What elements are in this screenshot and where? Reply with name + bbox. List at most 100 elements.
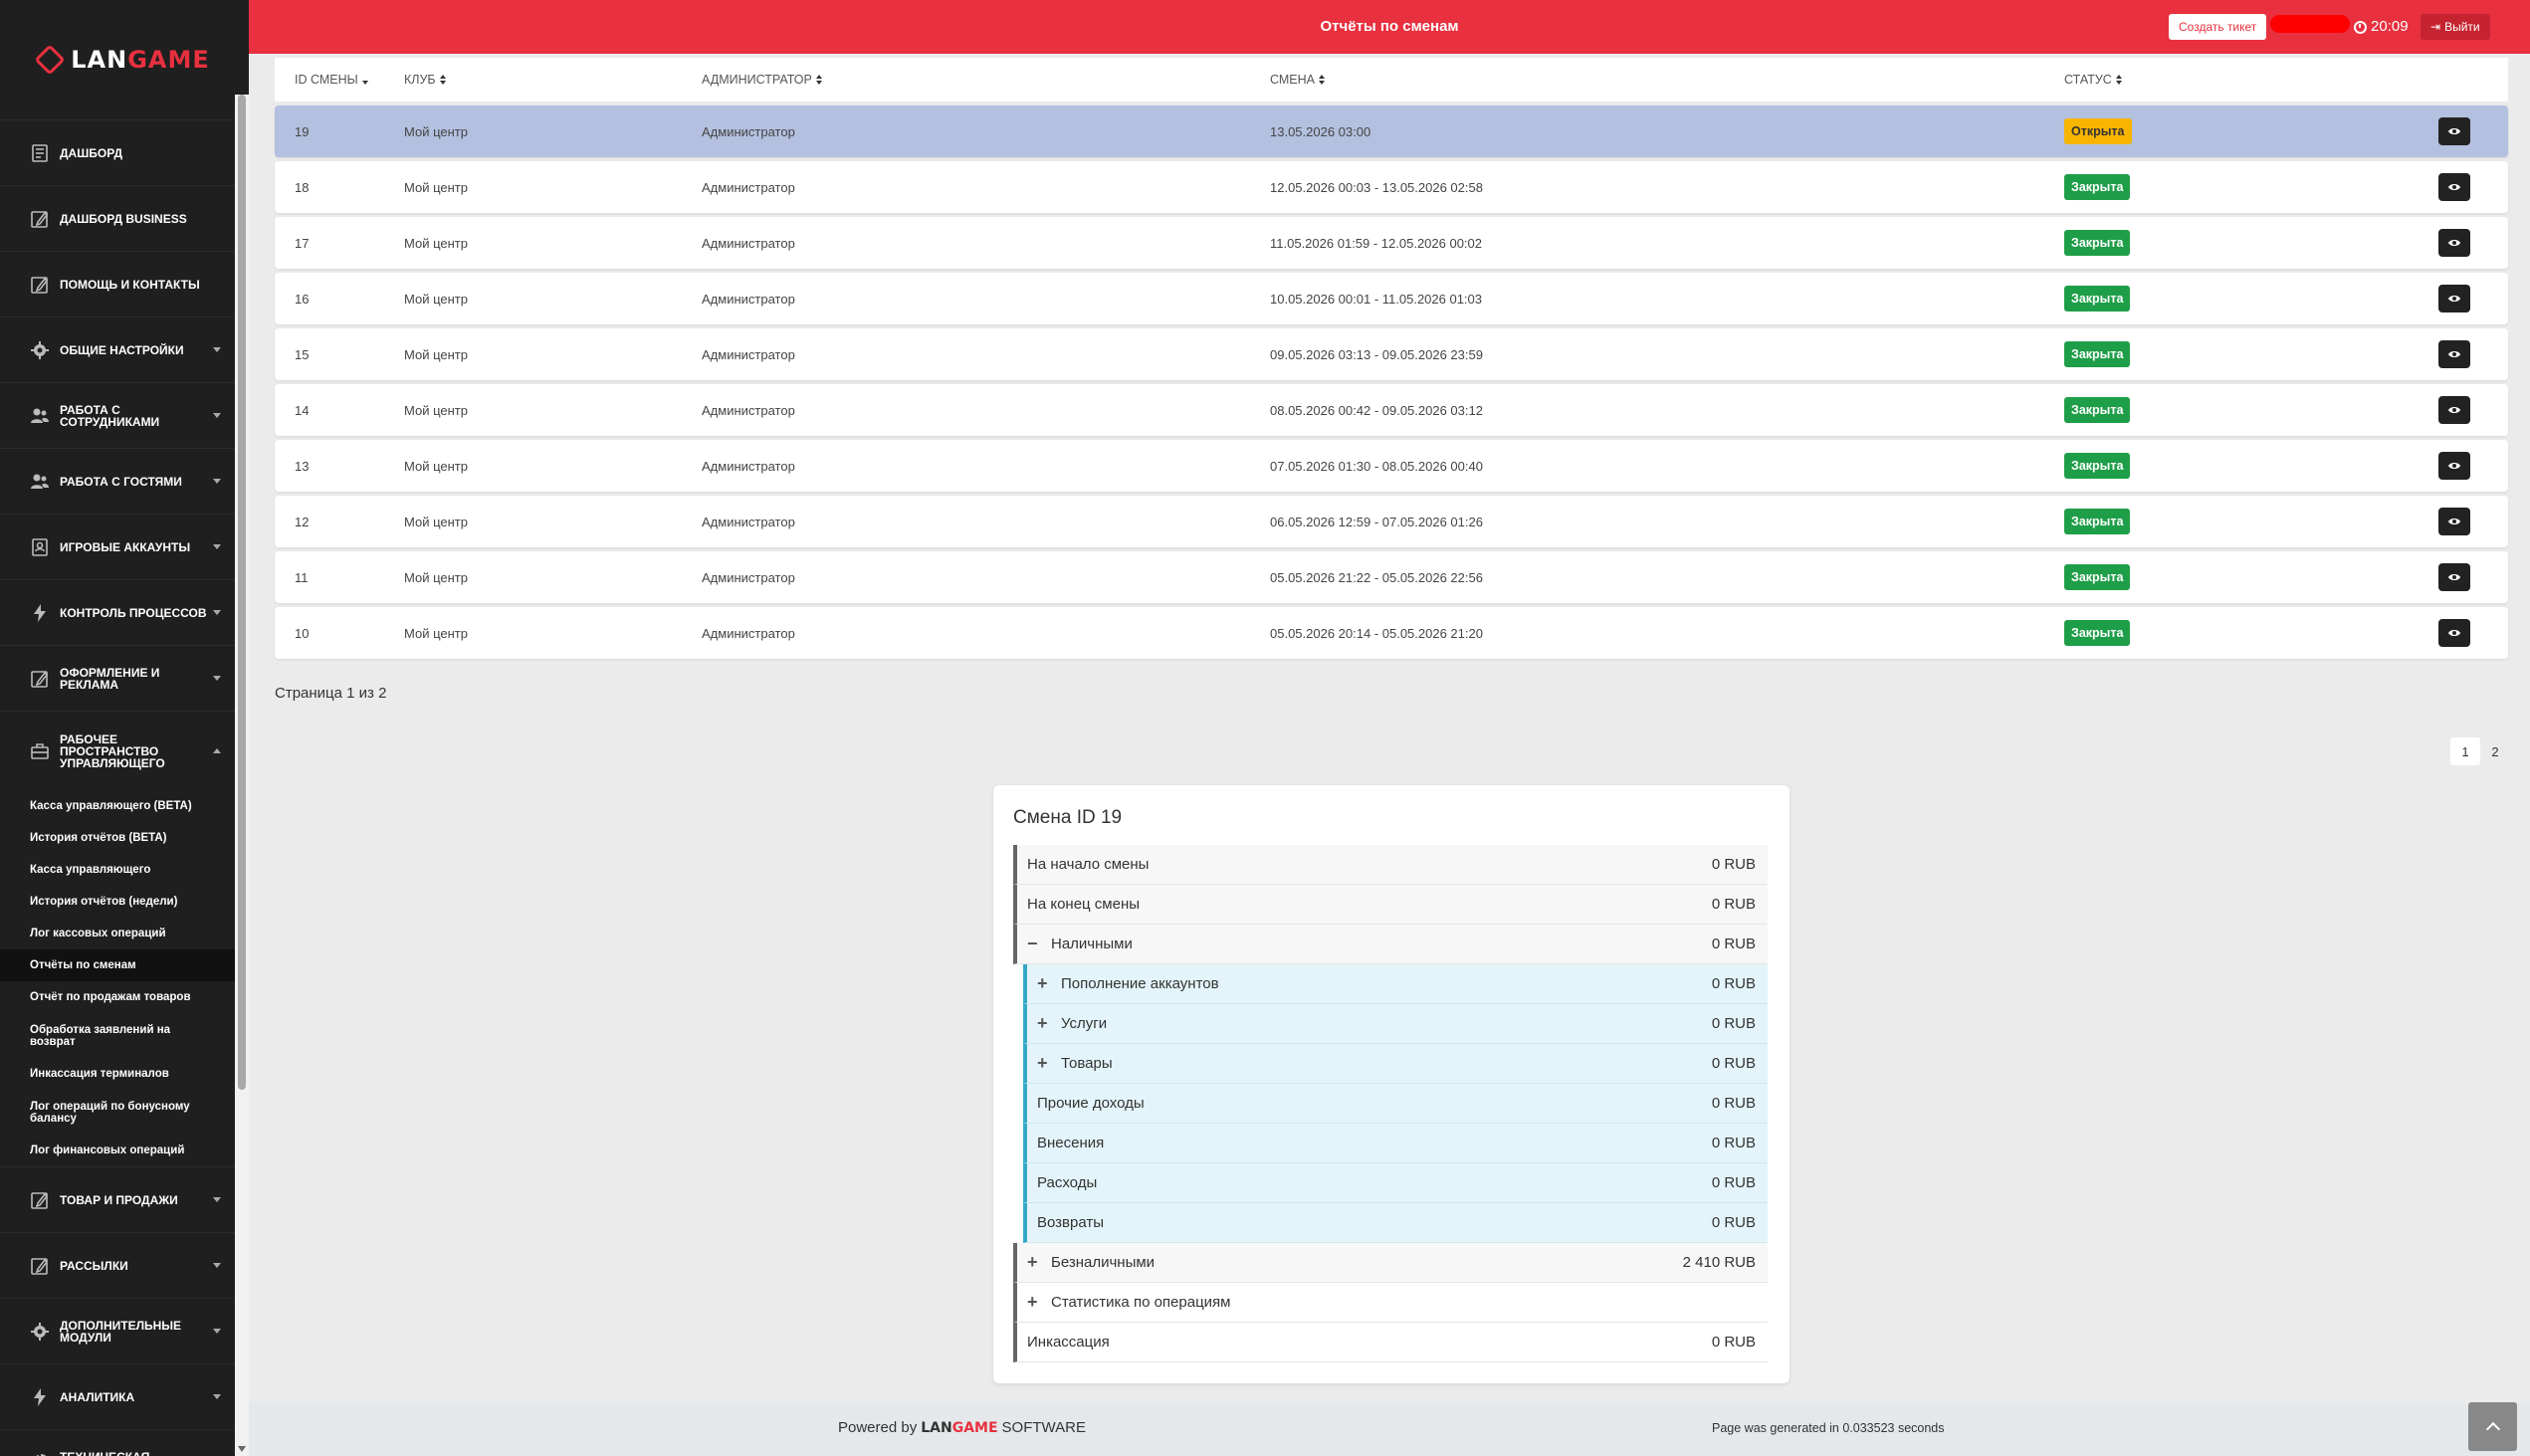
view-button[interactable] xyxy=(2438,340,2470,368)
shift-line[interactable]: + Безналичными 2 410 RUB xyxy=(1013,1243,1768,1283)
collapse-icon[interactable]: − xyxy=(1027,934,1051,954)
status-badge: Закрыта xyxy=(2064,509,2131,534)
sidebar-subitem[interactable]: Отчёт по продажам товаров xyxy=(0,981,235,1013)
shift-line[interactable]: + Статистика по операциям xyxy=(1013,1283,1768,1323)
view-button[interactable] xyxy=(2438,285,2470,312)
sidebar-subitem[interactable]: Инкассация терминалов xyxy=(0,1058,235,1090)
cell-id: 14 xyxy=(295,402,310,418)
sidebar-item[interactable]: Контроль процессов xyxy=(0,579,235,645)
sidebar-subitem[interactable]: История отчётов (недели) xyxy=(0,886,235,918)
sidebar-scrollbar[interactable] xyxy=(235,95,249,1456)
chevron-down-icon xyxy=(213,1197,221,1202)
sidebar-item-label: Дашборд xyxy=(60,145,123,160)
sidebar-item[interactable]: Работа с сотрудниками xyxy=(0,382,235,448)
view-button[interactable] xyxy=(2438,452,2470,480)
sidebar-subitem[interactable]: Касса управляющего xyxy=(0,854,235,886)
shift-line-label: Инкассация xyxy=(1027,1334,1110,1351)
logout-button[interactable]: ⇥ Выйти xyxy=(2421,14,2490,40)
sidebar-item[interactable]: Аналитика xyxy=(0,1363,235,1429)
shift-line: Возвраты 0 RUB xyxy=(1023,1203,1768,1243)
table-row[interactable]: 10 Мой центр Администратор 05.05.2026 20:14… xyxy=(275,607,2508,659)
table-row[interactable]: 18 Мой центр Администратор 12.05.2026 00:03… xyxy=(275,161,2508,213)
sidebar-item[interactable]: Рабочее пространство управляющего xyxy=(0,711,235,790)
table-row[interactable]: 12 Мой центр Администратор 06.05.2026 12:59… xyxy=(275,496,2508,547)
shifts-table: ID смены Клуб Администратор Смена Статус… xyxy=(275,58,2508,659)
sidebar-item[interactable]: Рассылки xyxy=(0,1232,235,1298)
shift-line: На начало смены 0 RUB xyxy=(1013,845,1768,885)
expand-icon[interactable]: + xyxy=(1037,1013,1061,1034)
view-button[interactable] xyxy=(2438,173,2470,201)
sidebar-item[interactable]: Дашборд xyxy=(0,119,235,185)
sidebar-item[interactable]: Помощь и контакты xyxy=(0,251,235,316)
table-row[interactable]: 17 Мой центр Администратор 11.05.2026 01:59… xyxy=(275,217,2508,269)
sidebar-item[interactable]: Игровые аккаунты xyxy=(0,514,235,579)
column-header-status[interactable]: Статус xyxy=(2064,73,2413,87)
sidebar-item-label: Дашборд Business xyxy=(60,211,187,226)
column-header-id[interactable]: ID смены xyxy=(275,73,404,87)
shift-line[interactable]: + Товары 0 RUB xyxy=(1023,1044,1768,1084)
sidebar-item[interactable]: Товар и продажи xyxy=(0,1166,235,1232)
document-icon xyxy=(30,143,50,163)
page-2-button[interactable]: 2 xyxy=(2480,737,2510,765)
logo-text: LANGAME xyxy=(71,46,210,74)
table-row[interactable]: 19 Мой центр Администратор 13.05.2026 03:00… xyxy=(275,105,2508,157)
sidebar-subitem[interactable]: Касса управляющего (BETA) xyxy=(0,790,235,822)
sidebar-item[interactable]: Техническая статистика домена xyxy=(0,1429,235,1456)
cell-admin: Администратор xyxy=(702,179,795,195)
gear-icon xyxy=(30,1322,50,1342)
view-button[interactable] xyxy=(2438,229,2470,257)
shift-line[interactable]: + Услуги 0 RUB xyxy=(1023,1004,1768,1044)
view-button[interactable] xyxy=(2438,563,2470,591)
create-ticket-button[interactable]: Создать тикет xyxy=(2169,14,2267,40)
shift-card-title: Смена ID 19 xyxy=(1013,807,1123,828)
table-row[interactable]: 14 Мой центр Администратор 08.05.2026 00:42… xyxy=(275,384,2508,436)
view-button[interactable] xyxy=(2438,619,2470,647)
view-button[interactable] xyxy=(2438,117,2470,145)
clock-time: 20:09 xyxy=(2371,18,2409,35)
view-button[interactable] xyxy=(2438,508,2470,535)
sidebar-subitem[interactable]: Лог кассовых операций xyxy=(0,918,235,949)
cell-admin: Администратор xyxy=(702,514,795,529)
shift-line-value: 0 RUB xyxy=(1711,1214,1756,1231)
scrollbar-thumb[interactable] xyxy=(238,95,246,1090)
sidebar-subitem[interactable]: Обработка заявлений на возврат xyxy=(0,1013,235,1058)
logo[interactable]: LANGAME xyxy=(0,0,249,119)
shift-line-value: 0 RUB xyxy=(1711,1015,1756,1032)
shift-line-value: 0 RUB xyxy=(1711,856,1756,873)
sidebar-item[interactable]: Работа с гостями xyxy=(0,448,235,514)
cell-id: 10 xyxy=(295,625,310,641)
footer: Powered by LANGAME SOFTWARE Page was gen… xyxy=(249,1403,2530,1456)
sidebar-subitem[interactable]: История отчётов (BETA) xyxy=(0,822,235,854)
sidebar-subitem[interactable]: Лог операций по бонусному балансу xyxy=(0,1090,235,1135)
view-button[interactable] xyxy=(2438,396,2470,424)
shift-line[interactable]: − Наличными 0 RUB xyxy=(1013,925,1768,964)
scroll-down-icon[interactable] xyxy=(238,1446,246,1452)
column-header-shift[interactable]: Смена xyxy=(1270,73,2064,87)
sidebar-subitem[interactable]: Отчёты по сменам xyxy=(0,949,235,981)
page-1-button[interactable]: 1 xyxy=(2450,737,2480,765)
cell-shift: 13.05.2026 03:00 xyxy=(1270,123,1371,139)
sidebar-item-label: Оформление и реклама xyxy=(60,665,160,692)
column-header-admin[interactable]: Администратор xyxy=(702,73,1270,87)
table-row[interactable]: 16 Мой центр Администратор 10.05.2026 00:01… xyxy=(275,273,2508,324)
sidebar-item[interactable]: Дополнительные модули xyxy=(0,1298,235,1363)
shift-line[interactable]: + Пополнение аккаунтов 0 RUB xyxy=(1023,964,1768,1004)
cell-club: Мой центр xyxy=(404,235,468,251)
column-header-club[interactable]: Клуб xyxy=(404,73,702,87)
expand-icon[interactable]: + xyxy=(1037,1053,1061,1074)
table-row[interactable]: 11 Мой центр Администратор 05.05.2026 21:22… xyxy=(275,551,2508,603)
sidebar-item[interactable]: Дашборд Business xyxy=(0,185,235,251)
shift-line-label: Внесения xyxy=(1037,1135,1105,1151)
table-row[interactable]: 15 Мой центр Администратор 09.05.2026 03:13… xyxy=(275,328,2508,380)
shift-line-label: Пополнение аккаунтов xyxy=(1061,975,1219,992)
scroll-to-top-button[interactable] xyxy=(2468,1402,2517,1451)
cell-shift: 12.05.2026 00:03 - 13.05.2026 02:58 xyxy=(1270,179,1483,195)
expand-icon[interactable]: + xyxy=(1027,1252,1051,1273)
sidebar-subitem[interactable]: Лог финансовых операций xyxy=(0,1135,235,1166)
expand-icon[interactable]: + xyxy=(1037,973,1061,994)
cell-admin: Администратор xyxy=(702,458,795,474)
table-row[interactable]: 13 Мой центр Администратор 07.05.2026 01:30… xyxy=(275,440,2508,492)
sidebar-item[interactable]: Оформление и реклама xyxy=(0,645,235,711)
expand-icon[interactable]: + xyxy=(1027,1292,1051,1313)
sidebar-item[interactable]: Общие настройки xyxy=(0,316,235,382)
